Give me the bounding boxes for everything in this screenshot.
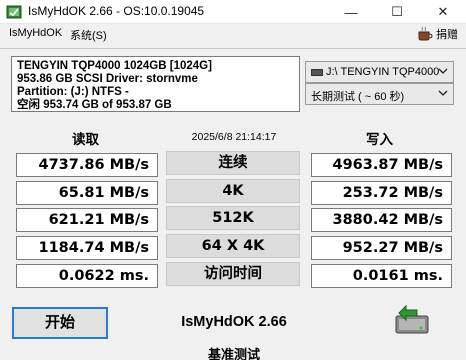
start-button[interactable]: 开始 <box>12 307 108 339</box>
drive-icon <box>311 68 323 76</box>
menu-ismyhdok[interactable]: IsMyHdOK <box>9 27 62 39</box>
test-label-512k: 512K <box>166 206 300 230</box>
test-label-sequential: 连续 <box>166 151 300 175</box>
test-label-4k: 4K <box>166 179 300 203</box>
app-brand: IsMyHdOK 2.66 <box>181 314 287 330</box>
menu-separator <box>0 48 466 49</box>
drive-free-space: 空闲 953.74 GB of 953.87 GB <box>17 99 172 111</box>
window-title: IsMyHdOK 2.66 - OS:10.0.19045 <box>28 4 205 18</box>
read-header: 读取 <box>72 132 99 147</box>
drive-info-panel: TENGYIN TQP4000 1024GB [1024G] 953.86 GB… <box>11 56 300 112</box>
donate-label: 捐赠 <box>436 29 458 41</box>
chevron-down-icon <box>438 68 448 74</box>
menu-bar: IsMyHdOK 系统(S) 捐赠 <box>0 24 466 44</box>
read-result-4k: 65.81 MB/s <box>16 181 158 205</box>
test-timestamp: 2025/6/8 21:14:17 <box>191 131 277 143</box>
read-result-access-time: 0.0622 ms. <box>16 264 158 288</box>
write-result-512k: 3880.42 MB/s <box>311 208 452 232</box>
write-result-access-time: 0.0161 ms. <box>311 264 452 288</box>
drive-select[interactable]: J:\ TENGYIN TQP4000 <box>305 61 454 83</box>
app-icon <box>6 5 22 19</box>
read-result-512k: 621.21 MB/s <box>16 208 158 232</box>
hard-drive-ok-icon <box>395 304 429 334</box>
coffee-cup-icon <box>418 26 433 41</box>
menu-system[interactable]: 系统(S) <box>70 27 107 43</box>
minimize-button[interactable]: — <box>328 0 374 24</box>
drive-model: TENGYIN TQP4000 1024GB [1024G] <box>17 60 212 72</box>
test-mode-value: 长期测试 ( ~ 60 秒) <box>311 91 405 103</box>
test-mode-select[interactable]: 长期测试 ( ~ 60 秒) <box>305 83 454 105</box>
drive-select-value: J:\ TENGYIN TQP4000 <box>326 66 440 78</box>
title-bar: IsMyHdOK 2.66 - OS:10.0.19045 — ☐ ✕ <box>0 0 466 24</box>
drive-size-driver: 953.86 GB SCSI Driver: stornvme <box>17 73 198 85</box>
chevron-down-icon <box>438 90 448 96</box>
test-label-64x4k: 64 X 4K <box>166 234 300 258</box>
write-result-64x4k: 952.27 MB/s <box>311 236 452 260</box>
test-label-access-time: 访问时间 <box>166 262 300 286</box>
write-result-sequential: 4963.87 MB/s <box>311 153 452 177</box>
benchmark-status: 基准测试 <box>207 347 260 360</box>
write-result-4k: 253.72 MB/s <box>311 181 452 205</box>
read-result-sequential: 4737.86 MB/s <box>16 153 158 177</box>
donate-button[interactable]: 捐赠 <box>417 26 458 42</box>
maximize-button[interactable]: ☐ <box>374 0 420 24</box>
write-header: 写入 <box>366 132 393 147</box>
close-button[interactable]: ✕ <box>420 0 466 24</box>
read-result-64x4k: 1184.74 MB/s <box>16 236 158 260</box>
drive-partition: Partition: (J:) NTFS - <box>17 86 129 98</box>
